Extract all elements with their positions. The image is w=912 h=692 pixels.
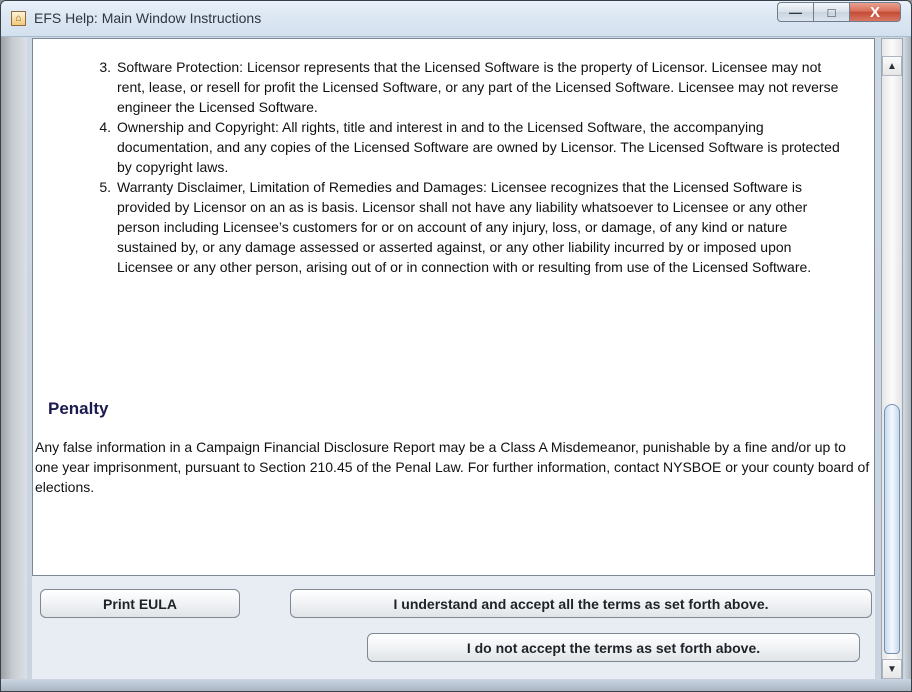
list-item-text: Warranty Disclaimer, Limitation of Remed… (117, 179, 812, 275)
scroll-down-icon[interactable]: ▼ (882, 659, 902, 679)
scroll-thumb[interactable] (884, 404, 900, 654)
scroll-up-icon[interactable]: ▲ (882, 56, 902, 76)
penalty-text: Any false information in a Campaign Fina… (35, 439, 870, 495)
window-left-border (1, 37, 27, 691)
list-number: 3. (99, 59, 111, 75)
list-item-text: Ownership and Copyright: All rights, tit… (117, 119, 840, 175)
list-number: 4. (99, 119, 111, 135)
help-text-area: 3. Software Protection: Licensor represe… (33, 39, 874, 575)
minimize-icon[interactable]: — (777, 2, 813, 22)
license-item-5: 5. Warranty Disclaimer, Limitation of Re… (85, 177, 845, 277)
help-window: ⌂ EFS Help: Main Window Instructions — □… (0, 0, 912, 692)
license-item-3: 3. Software Protection: Licensor represe… (85, 57, 845, 117)
content-frame: 3. Software Protection: Licensor represe… (32, 38, 875, 576)
list-item-text: Software Protection: Licensor represents… (117, 59, 839, 115)
close-icon[interactable]: X (849, 2, 901, 22)
app-icon: ⌂ (11, 11, 26, 26)
window-controls: — □ X (777, 2, 901, 22)
title-bar[interactable]: ⌂ EFS Help: Main Window Instructions — □… (1, 1, 911, 37)
button-panel: Print EULA I understand and accept all t… (32, 576, 875, 679)
license-item-4: 4. Ownership and Copyright: All rights, … (85, 117, 845, 177)
list-number: 5. (99, 179, 111, 195)
maximize-icon[interactable]: □ (813, 2, 849, 22)
decline-terms-button[interactable]: I do not accept the terms as set forth a… (367, 633, 860, 662)
window-right-border (904, 37, 911, 691)
vertical-scrollbar[interactable]: ▲ ▼ (881, 38, 903, 679)
window-title: EFS Help: Main Window Instructions (34, 10, 262, 26)
window-footer-shade (1, 679, 911, 691)
accept-terms-button[interactable]: I understand and accept all the terms as… (290, 589, 872, 618)
penalty-heading: Penalty (48, 399, 109, 418)
license-list: 3. Software Protection: Licensor represe… (85, 57, 845, 277)
print-eula-button[interactable]: Print EULA (40, 589, 240, 618)
